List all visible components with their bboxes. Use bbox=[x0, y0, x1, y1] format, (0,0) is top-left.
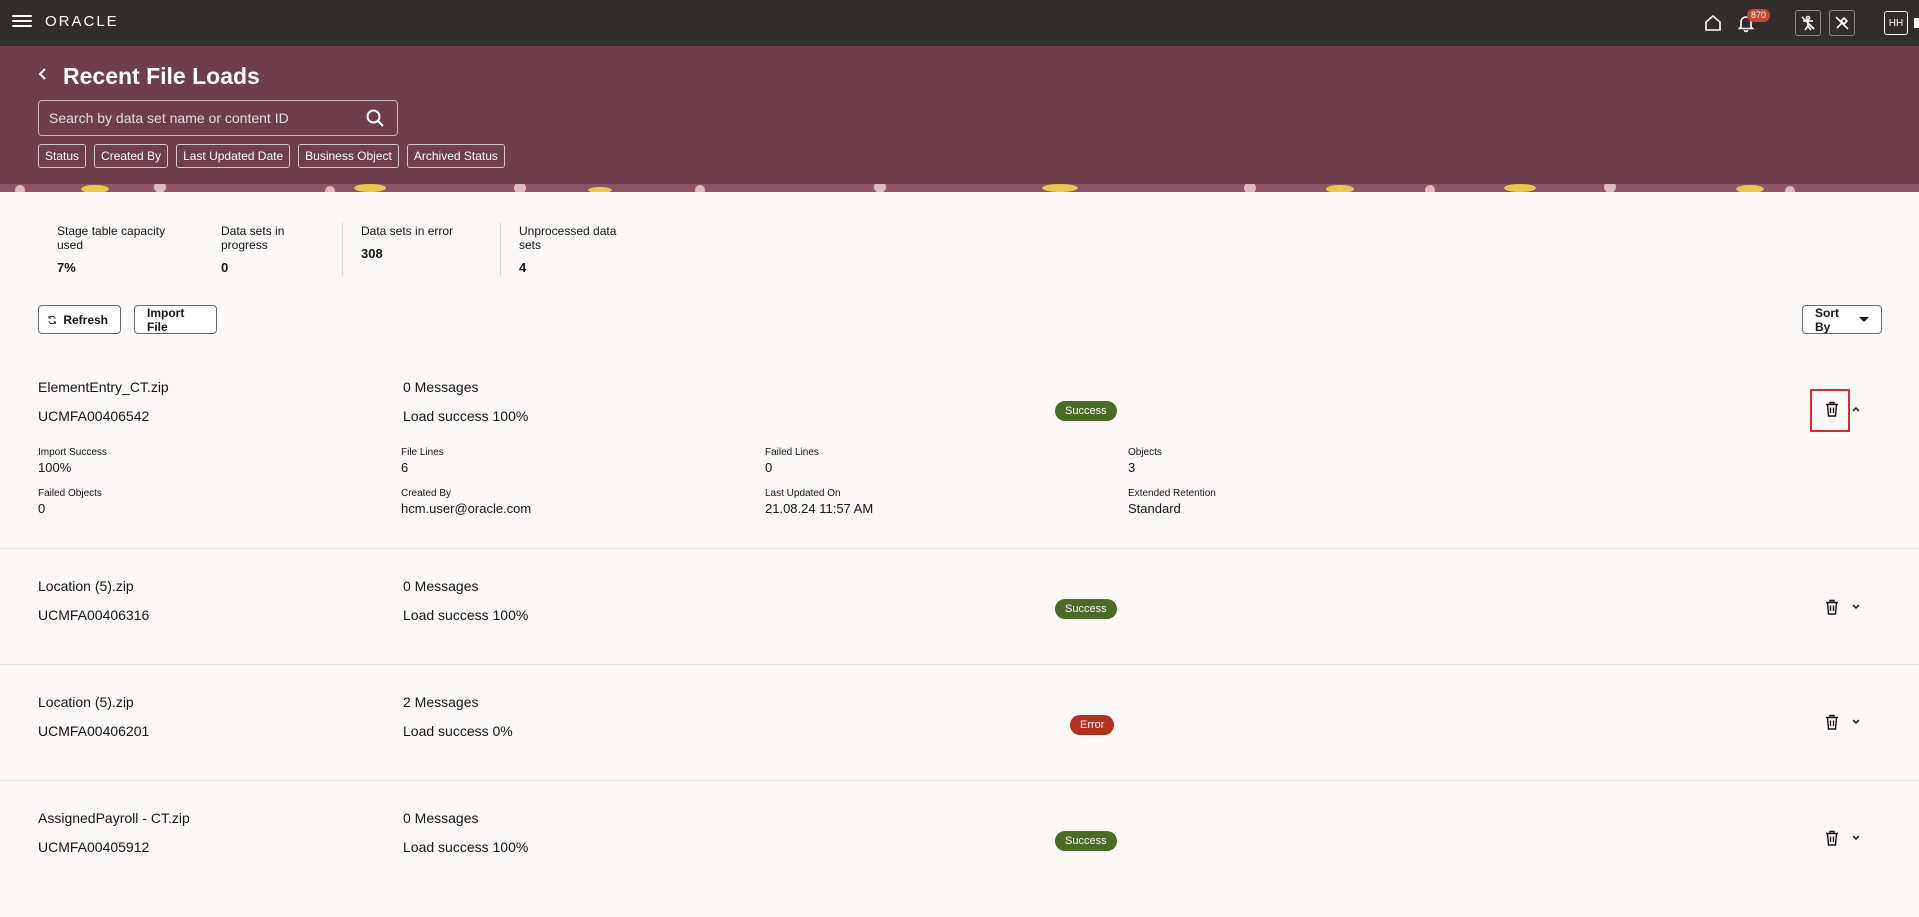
delete-trash-icon[interactable] bbox=[1821, 596, 1843, 618]
stat-value: 0 bbox=[221, 260, 229, 275]
content-id: UCMFA00406316 bbox=[38, 607, 150, 623]
file-load-row[interactable]: Location (5).zip UCMFA00406201 2 Message… bbox=[0, 665, 1919, 781]
sort-by-button[interactable]: Sort By bbox=[1802, 305, 1882, 334]
detail-label: Import Success bbox=[38, 447, 107, 458]
detail-label: Created By bbox=[401, 488, 452, 499]
dataset-name[interactable]: AssignedPayroll - CT.zip bbox=[38, 810, 190, 826]
stat-label: Data sets in progress bbox=[221, 224, 285, 252]
menu-icon[interactable] bbox=[12, 12, 32, 32]
messages-link[interactable]: 0 Messages bbox=[403, 379, 478, 395]
chevron-down-icon[interactable] bbox=[1848, 599, 1864, 615]
refresh-label: Refresh bbox=[63, 312, 108, 327]
dataset-name[interactable]: Location (5).zip bbox=[38, 578, 134, 594]
dataset-name[interactable]: Location (5).zip bbox=[38, 694, 134, 710]
import-file-button[interactable]: Import File bbox=[134, 305, 217, 334]
content-id: UCMFA00405912 bbox=[38, 839, 150, 855]
detail-label: File Lines bbox=[401, 447, 444, 458]
stat-value: 7% bbox=[57, 260, 76, 275]
detail-value: 21.08.24 11:57 AM bbox=[765, 501, 874, 516]
status-badge: Error bbox=[1070, 715, 1115, 735]
detail-label: Extended Retention bbox=[1128, 488, 1216, 499]
accessibility-off-icon[interactable] bbox=[1795, 10, 1821, 36]
filter-last-updated-date[interactable]: Last Updated Date bbox=[176, 144, 291, 168]
selection-highlight bbox=[1810, 389, 1850, 432]
load-status-text: Load success 100% bbox=[403, 408, 529, 424]
detail-value: Standard bbox=[1128, 501, 1181, 516]
filter-created-by[interactable]: Created By bbox=[94, 144, 169, 168]
messages-link[interactable]: 2 Messages bbox=[403, 694, 478, 710]
stat-value: 4 bbox=[519, 260, 527, 275]
top-bar: ORACLE 870 HH bbox=[0, 0, 1919, 46]
stat-label: Data sets in error bbox=[361, 224, 454, 238]
search-icon[interactable] bbox=[365, 108, 385, 128]
file-load-row[interactable]: AssignedPayroll - CT.zip UCMFA00405912 0… bbox=[0, 781, 1919, 897]
content-id: UCMFA00406542 bbox=[38, 408, 150, 424]
detail-label: Failed Lines bbox=[765, 447, 819, 458]
stat-label: Unprocessed data sets bbox=[519, 224, 617, 252]
caret-down-icon bbox=[1859, 317, 1869, 322]
detail-value: 6 bbox=[401, 460, 409, 475]
decorative-pattern bbox=[0, 184, 1919, 192]
page-title: Recent File Loads bbox=[63, 63, 260, 89]
refresh-icon bbox=[48, 315, 56, 324]
dataset-name[interactable]: ElementEntry_CT.zip bbox=[38, 379, 169, 395]
page-header: Recent File Loads Status Created By Last… bbox=[0, 46, 1919, 192]
stat-label: Stage table capacity used bbox=[57, 224, 166, 252]
chevron-up-icon[interactable] bbox=[1848, 401, 1864, 417]
delete-trash-icon[interactable] bbox=[1821, 711, 1843, 733]
load-status-text: Load success 0% bbox=[403, 723, 513, 739]
filter-chips: Status Created By Last Updated Date Busi… bbox=[38, 144, 505, 168]
detail-value: 3 bbox=[1128, 460, 1136, 475]
load-status-text: Load success 100% bbox=[403, 607, 529, 623]
back-chevron-icon[interactable] bbox=[33, 64, 53, 84]
stats-summary: Stage table capacity used 7% Data sets i… bbox=[38, 222, 651, 276]
chevron-down-icon[interactable] bbox=[1848, 830, 1864, 846]
oracle-logo[interactable]: ORACLE bbox=[45, 13, 119, 30]
stat-capacity: Stage table capacity used 7% bbox=[38, 222, 203, 276]
user-avatar[interactable]: HH bbox=[1884, 11, 1908, 35]
file-load-row[interactable]: ElementEntry_CT.zip UCMFA00406542 0 Mess… bbox=[0, 356, 1919, 549]
filter-status[interactable]: Status bbox=[38, 144, 87, 168]
delete-trash-icon[interactable] bbox=[1821, 827, 1843, 849]
home-icon[interactable] bbox=[1700, 10, 1726, 36]
detail-value: 100% bbox=[38, 460, 72, 475]
filter-archived-status[interactable]: Archived Status bbox=[406, 144, 505, 168]
refresh-button[interactable]: Refresh bbox=[38, 305, 121, 334]
detail-value: 0 bbox=[765, 460, 773, 475]
search-input[interactable] bbox=[39, 101, 359, 135]
search-field[interactable] bbox=[38, 100, 398, 136]
detail-label: Last Updated On bbox=[765, 488, 841, 499]
status-badge: Success bbox=[1055, 599, 1117, 619]
messages-link[interactable]: 0 Messages bbox=[403, 810, 478, 826]
file-load-row[interactable]: Location (5).zip UCMFA00406316 0 Message… bbox=[0, 549, 1919, 665]
stat-in-error: Data sets in error 308 bbox=[343, 222, 501, 276]
edge-tab bbox=[1914, 18, 1919, 28]
content-id: UCMFA00406201 bbox=[38, 723, 150, 739]
messages-link[interactable]: 0 Messages bbox=[403, 578, 478, 594]
detail-label: Failed Objects bbox=[38, 488, 102, 499]
tools-off-icon[interactable] bbox=[1829, 10, 1855, 36]
sort-label: Sort By bbox=[1815, 305, 1839, 334]
notifications-count-badge: 870 bbox=[1747, 9, 1771, 22]
filter-business-object[interactable]: Business Object bbox=[298, 144, 399, 168]
chevron-down-icon[interactable] bbox=[1848, 714, 1864, 730]
detail-value: hcm.user@oracle.com bbox=[401, 501, 532, 516]
detail-label: Objects bbox=[1128, 447, 1162, 458]
stat-unprocessed: Unprocessed data sets 4 bbox=[501, 222, 651, 276]
stat-in-progress: Data sets in progress 0 bbox=[203, 222, 343, 276]
stat-value: 308 bbox=[361, 246, 383, 261]
load-status-text: Load success 100% bbox=[403, 839, 529, 855]
status-badge: Success bbox=[1055, 401, 1117, 421]
detail-value: 0 bbox=[38, 501, 46, 516]
status-badge: Success bbox=[1055, 831, 1117, 851]
